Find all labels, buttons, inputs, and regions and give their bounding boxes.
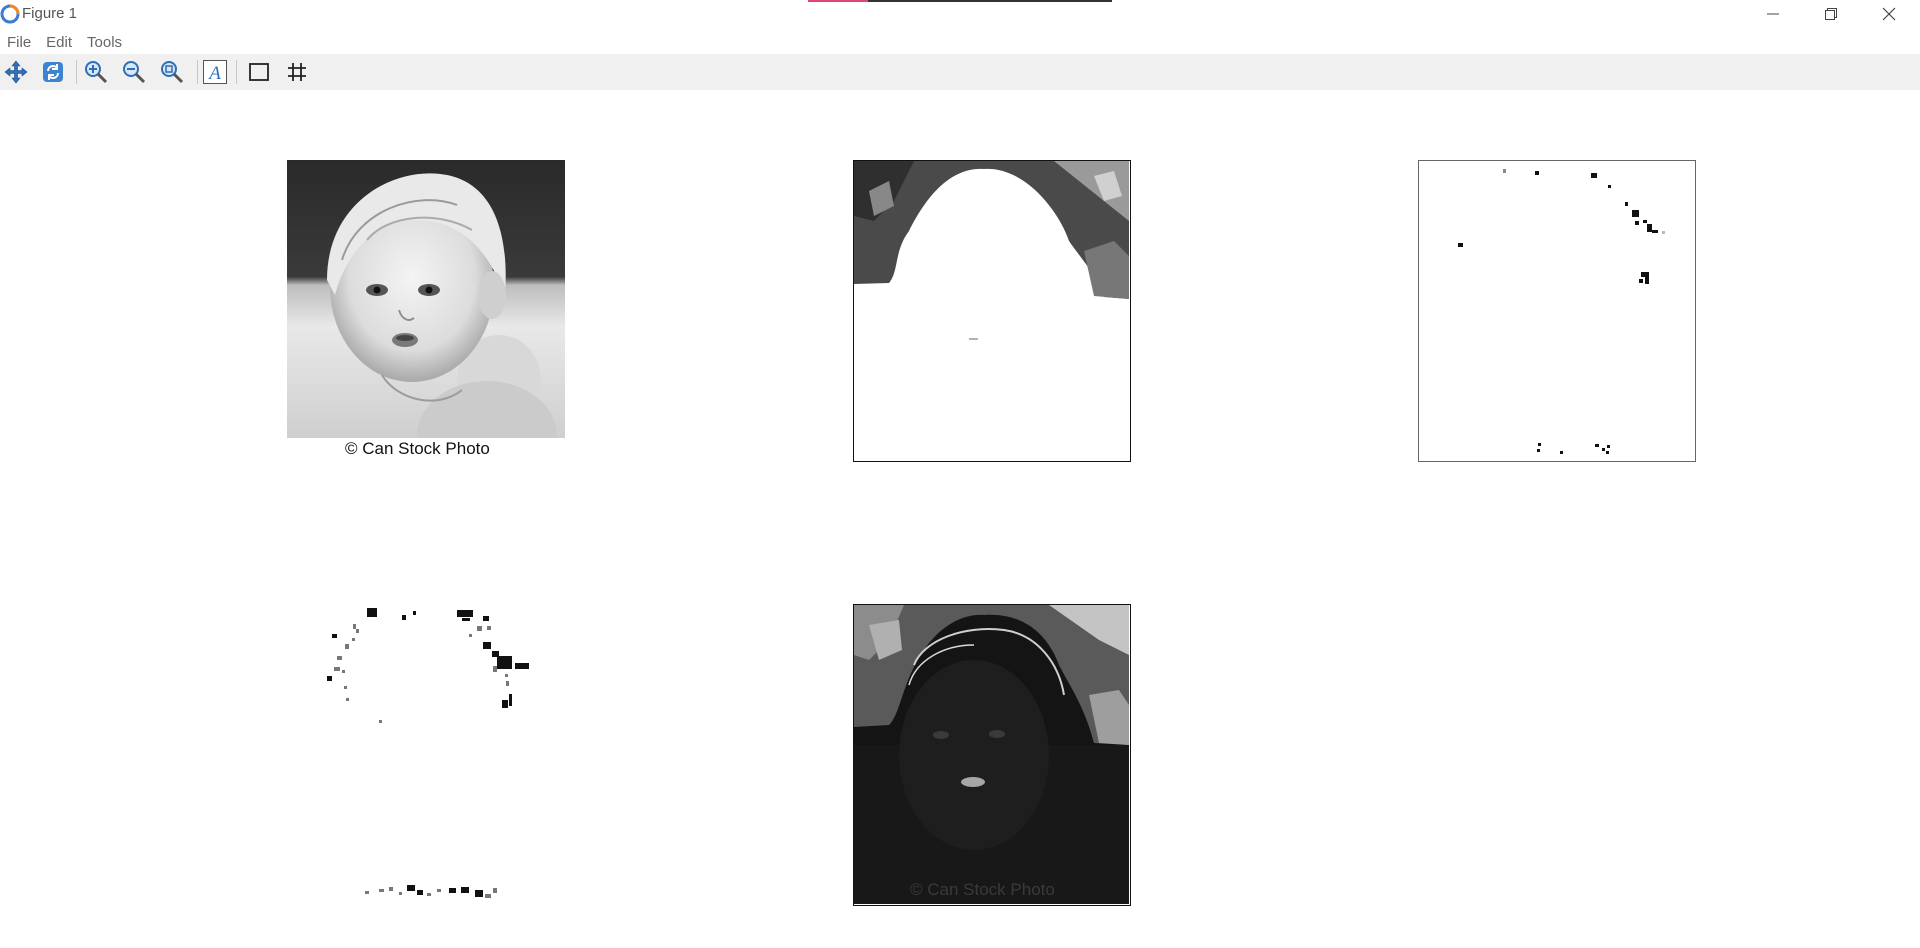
threshold-mask-image	[854, 161, 1129, 460]
grid-button[interactable]	[282, 57, 312, 87]
minimize-button[interactable]	[1744, 0, 1802, 28]
menu-edit[interactable]: Edit	[39, 34, 80, 51]
box-button[interactable]	[244, 57, 274, 87]
svg-text:A: A	[207, 63, 221, 84]
zoom-fit-icon	[161, 61, 184, 84]
panel-dark-edge-image: © Can Stock Photo	[853, 604, 1131, 906]
toolbar-separator	[197, 60, 198, 84]
panel-speckle-map	[287, 604, 565, 906]
toolbar-separator	[236, 60, 237, 84]
zoom-fit-button[interactable]	[157, 57, 187, 87]
title-bar: Figure 1	[0, 0, 1920, 28]
title-accent-line	[808, 0, 1112, 2]
photo-image	[287, 160, 565, 462]
photo-watermark: © Can Stock Photo	[910, 880, 1055, 899]
menu-tools[interactable]: Tools	[80, 34, 130, 51]
menu-bar: File Edit Tools	[0, 30, 1920, 54]
panel-sparse-mask	[1418, 160, 1696, 462]
box-icon	[249, 63, 269, 81]
sparse-mask-image	[1419, 161, 1695, 461]
close-icon	[1882, 7, 1896, 21]
text-A-icon: A	[203, 60, 227, 84]
maximize-button[interactable]	[1802, 0, 1860, 28]
grid-icon	[288, 63, 306, 81]
speckle-map-image	[287, 604, 565, 906]
toolbar-separator	[76, 60, 77, 84]
app-logo-icon	[0, 4, 20, 24]
figure-canvas[interactable]: © Can Stock Photo © Can Stock Photo	[0, 90, 1920, 948]
restore-icon	[1825, 8, 1837, 20]
toolbar: A	[0, 54, 1920, 90]
pan-arrows-icon	[4, 60, 28, 84]
pan-button[interactable]	[1, 57, 31, 87]
menu-file[interactable]: File	[0, 34, 39, 51]
panel-threshold-mask	[853, 160, 1131, 462]
zoom-out-icon	[123, 61, 146, 84]
panel-original-photo: © Can Stock Photo	[287, 160, 565, 462]
close-button[interactable]	[1860, 0, 1918, 28]
text-annotation-button[interactable]: A	[200, 57, 230, 87]
refresh-button[interactable]	[38, 57, 68, 87]
minimize-icon	[1767, 13, 1779, 15]
zoom-in-icon	[85, 61, 108, 84]
zoom-in-button[interactable]	[81, 57, 111, 87]
zoom-out-button[interactable]	[119, 57, 149, 87]
refresh-icon	[43, 62, 63, 82]
photo-caption: © Can Stock Photo	[345, 439, 490, 458]
window-title: Figure 1	[22, 5, 78, 22]
dark-edge-image	[854, 605, 1129, 904]
